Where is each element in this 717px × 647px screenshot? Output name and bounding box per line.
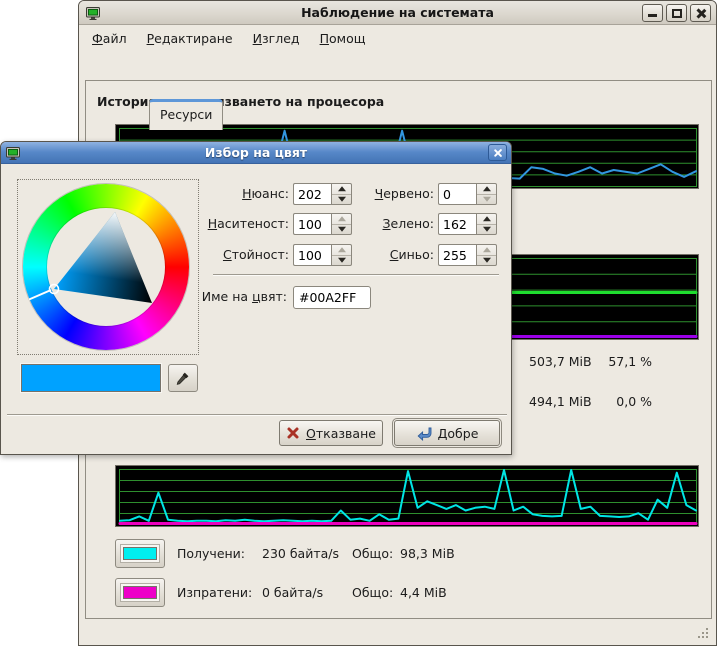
value-input[interactable] [293,244,331,266]
tab-bar: Процеси Ресурси Устройства [79,49,716,81]
dialog-close-button[interactable] [488,144,507,161]
cancel-button[interactable]: Отказване [279,420,383,446]
blue-spin-up[interactable] [477,245,496,255]
value-label: Стойност: [189,244,289,266]
dialog-title: Избор на цвят [1,145,511,160]
saturation-label: Наситеност: [189,213,289,235]
main-titlebar[interactable]: Наблюдение на системата [79,1,716,25]
statusbar [79,619,716,645]
red-spin-up[interactable] [477,184,496,194]
resize-grip[interactable] [696,626,710,640]
hue-label: Нюанс: [189,183,289,205]
sent-color-swatch [123,586,157,599]
minimize-button[interactable] [642,4,663,22]
menu-file[interactable]: Файл [82,28,137,49]
swatch-frame [120,544,160,563]
color-name-row: Име на цвят: [159,286,379,308]
action-separator [7,414,507,416]
blue-spinner [476,244,497,266]
memory-percent: 57,1 % [577,353,652,371]
ok-label: Добре [438,426,479,441]
dialog-titlebar[interactable]: Избор на цвят [1,142,511,164]
ok-arrow-icon [416,426,432,441]
received-color-button[interactable] [115,539,165,568]
selected-color-swatch [21,364,161,392]
minimize-icon [648,14,657,17]
red-spin-down[interactable] [477,194,496,205]
network-sent-row: Изпратени: 0 байта/s Общо: 4,4 MiB [115,578,675,607]
window-controls [642,4,711,22]
blue-label: Синьо: [336,244,434,266]
cpu-section-title: История на използването на процесора [97,94,384,109]
sent-label: Изпратени: [177,578,252,607]
menu-help[interactable]: Помощ [310,28,376,49]
blue-spin-down[interactable] [477,255,496,266]
network-received-row: Получени: 230 байта/s Общо: 98,3 MiB [115,539,675,568]
hue-row: Нюанс: [189,183,352,205]
green-spin-down[interactable] [477,224,496,235]
tab-resources[interactable]: Ресурси [149,99,223,130]
window-title: Наблюдение на системата [79,5,716,20]
saturation-row: Наситеност: [189,213,352,235]
maximize-button[interactable] [666,4,687,22]
hue-input[interactable] [293,183,331,205]
eyedropper-icon [175,370,191,386]
menu-view[interactable]: Изглед [243,28,310,49]
hue-ring-marker [29,290,51,300]
blue-row: Синьо: [336,244,496,266]
sent-total: 4,4 MiB [400,578,447,607]
green-row: Зелено: [336,213,496,235]
color-name-label: Име на цвят: [159,286,287,308]
saturation-input[interactable] [293,213,331,235]
eyedropper-button[interactable] [168,364,198,392]
system-monitor-icon [85,5,101,21]
network-history-chart [115,465,699,527]
color-picker-dialog: Избор на цвят [0,141,512,455]
close-button[interactable] [690,4,711,22]
green-spinner [476,213,497,235]
received-total-label: Общо: [352,539,393,568]
received-label: Получени: [177,539,245,568]
color-wheel-frame [17,179,199,355]
red-spinner [476,183,497,205]
menu-edit[interactable]: Редактиране [137,28,243,49]
red-input[interactable] [438,183,476,205]
sent-total-label: Общо: [352,578,393,607]
blue-input[interactable] [438,244,476,266]
menubar: Файл Редактиране Изглед Помощ [80,26,715,50]
desktop: Наблюдение на системата Файл Редактиране… [0,0,717,647]
green-spin-up[interactable] [477,214,496,224]
received-rate: 230 байта/s [262,539,339,568]
value-row: Стойност: [189,244,352,266]
color-name-input[interactable] [293,286,371,309]
received-total: 98,3 MiB [400,539,455,568]
system-monitor-icon [5,145,21,161]
swatch-frame [120,583,160,602]
cancel-label: Отказване [306,426,376,441]
sent-rate: 0 байта/s [262,578,323,607]
green-label: Зелено: [336,213,434,235]
swap-percent: 0,0 % [577,393,652,411]
ok-button[interactable]: Добре [394,420,500,446]
sent-color-button[interactable] [115,578,165,607]
green-input[interactable] [438,213,476,235]
column-separator [213,274,499,276]
red-row: Червено: [336,183,496,205]
red-label: Червено: [336,183,434,205]
hsv-triangle[interactable] [18,180,200,356]
received-color-swatch [123,547,157,560]
cancel-x-icon [286,426,300,440]
maximize-icon [672,9,682,18]
